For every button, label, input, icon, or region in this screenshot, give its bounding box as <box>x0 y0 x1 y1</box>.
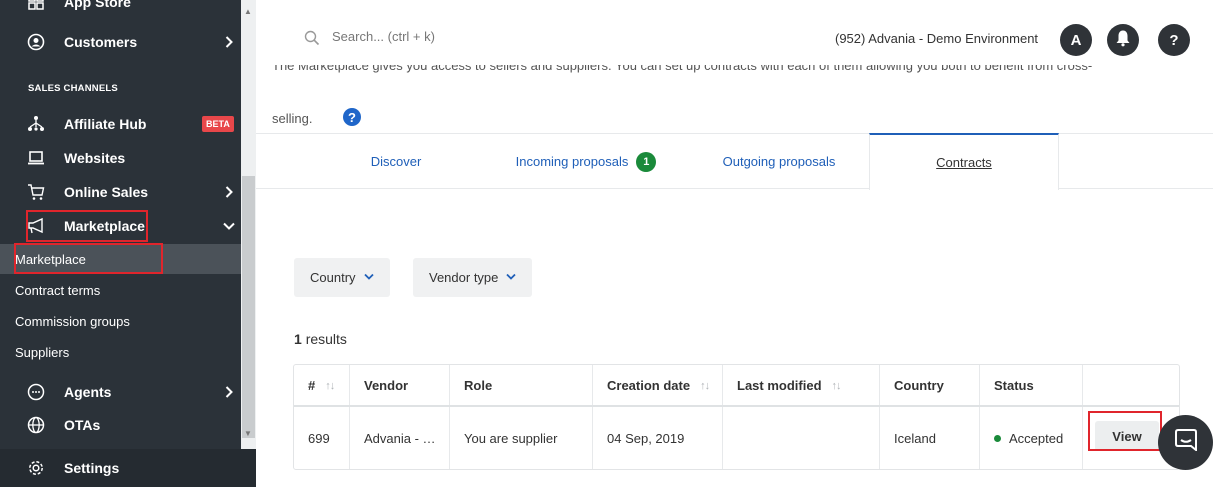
submenu-item-commission-groups[interactable]: Commission groups <box>0 306 241 336</box>
view-button[interactable]: View <box>1095 421 1159 451</box>
tab-discover[interactable]: Discover <box>306 134 486 189</box>
cell-last-modified <box>723 407 880 469</box>
sort-icon: ↑↓ <box>325 379 335 392</box>
sidebar-item-marketplace[interactable]: Marketplace <box>0 215 241 237</box>
gear-icon <box>26 458 46 478</box>
tab-incoming-proposals[interactable]: Incoming proposals 1 <box>486 134 686 189</box>
column-header-role: Role <box>450 365 593 406</box>
sidebar: App Store Customers SALES CHANNELS Affil… <box>0 0 256 487</box>
chevron-right-icon <box>223 36 235 48</box>
sidebar-item-customers[interactable]: Customers <box>0 31 241 53</box>
count-badge: 1 <box>636 151 657 172</box>
scroll-up-arrow-icon[interactable]: ▲ <box>243 8 253 16</box>
sidebar-item-app-store[interactable]: App Store <box>0 0 241 12</box>
laptop-icon <box>26 148 46 168</box>
sidebar-item-label: Online Sales <box>64 184 149 200</box>
chat-icon <box>1174 429 1198 456</box>
tab-contracts[interactable]: Contracts <box>869 133 1059 190</box>
chevron-right-icon <box>223 186 235 198</box>
submenu-item-marketplace[interactable]: Marketplace <box>0 244 241 274</box>
sidebar-scrollbar-thumb[interactable] <box>242 176 255 438</box>
cell-status: Accepted <box>980 407 1083 469</box>
affiliate-network-icon <box>26 114 46 134</box>
sidebar-item-label: Settings <box>64 460 120 476</box>
column-header-id[interactable]: # ↑↓ <box>294 365 350 406</box>
bell-icon <box>1115 29 1131 51</box>
sidebar-item-websites[interactable]: Websites <box>0 147 241 169</box>
column-header-last-modified[interactable]: Last modified ↑↓ <box>723 365 880 406</box>
chevron-down-icon <box>506 273 517 283</box>
results-count: 1 results <box>294 331 347 347</box>
status-dot-icon <box>994 434 1001 442</box>
help-button[interactable]: ? <box>1158 24 1190 56</box>
intro-text-line: selling. <box>272 111 313 126</box>
sidebar-item-label: Websites <box>64 150 126 166</box>
sidebar-item-label: Affiliate Hub <box>64 116 147 132</box>
column-header-status: Status <box>980 365 1083 406</box>
column-header-actions <box>1083 365 1179 406</box>
submenu-item-contract-terms[interactable]: Contract terms <box>0 275 241 305</box>
column-header-vendor: Vendor <box>350 365 450 406</box>
submenu-item-suppliers[interactable]: Suppliers <box>0 337 241 367</box>
country-filter-dropdown[interactable]: Country <box>294 258 390 297</box>
sidebar-item-online-sales[interactable]: Online Sales <box>0 181 241 203</box>
sidebar-item-settings[interactable]: Settings <box>0 457 241 479</box>
user-avatar[interactable]: A <box>1060 24 1092 56</box>
column-header-country: Country <box>880 365 980 406</box>
scroll-down-arrow-icon[interactable]: ▼ <box>243 430 253 438</box>
cell-id: 699 <box>294 407 350 469</box>
contracts-table: # ↑↓ Vendor Role Creation date ↑↓ Last mod… <box>293 364 1180 470</box>
chevron-right-icon <box>223 386 235 398</box>
chevron-down-icon <box>223 220 235 232</box>
notifications-button[interactable] <box>1107 24 1139 56</box>
sidebar-item-label: OTAs <box>64 417 101 433</box>
megaphone-icon <box>26 216 46 236</box>
beta-badge: BETA <box>202 116 234 132</box>
globe-icon <box>26 415 46 435</box>
sidebar-item-label: App Store <box>64 0 131 10</box>
chevron-down-icon <box>363 273 374 283</box>
cell-creation-date: 04 Sep, 2019 <box>593 407 723 469</box>
column-header-creation-date[interactable]: Creation date ↑↓ <box>593 365 723 406</box>
environment-label[interactable]: (952) Advania - Demo Environment <box>835 31 1038 46</box>
customer-icon <box>26 32 46 52</box>
sort-icon: ↑↓ <box>831 379 842 392</box>
tab-bar: Discover Incoming proposals 1 Outgoing p… <box>256 133 1213 190</box>
chat-launcher-button[interactable] <box>1158 415 1213 470</box>
search-icon <box>304 30 320 46</box>
top-bar: (952) Advania - Demo Environment A ? <box>256 0 1213 72</box>
sidebar-item-label: Marketplace <box>64 218 145 234</box>
sidebar-item-label: Agents <box>64 384 112 400</box>
app-store-icon <box>26 0 46 12</box>
cell-country: Iceland <box>880 407 980 469</box>
question-circle-icon[interactable]: ? <box>343 108 361 126</box>
sidebar-item-agents[interactable]: Agents <box>0 381 241 403</box>
sidebar-item-otas[interactable]: OTAs <box>0 414 241 436</box>
sidebar-item-label: Customers <box>64 34 138 50</box>
sort-icon: ↑↓ <box>700 379 710 392</box>
intro-text-line: The Marketplace gives you access to sell… <box>272 65 1093 73</box>
section-title-sales-channels: SALES CHANNELS <box>28 83 118 94</box>
shopping-cart-icon <box>26 182 46 202</box>
chat-bubble-icon <box>26 382 46 402</box>
search-input[interactable] <box>332 29 632 44</box>
tab-outgoing-proposals[interactable]: Outgoing proposals <box>689 134 869 189</box>
cell-vendor: Advania - … <box>350 407 450 469</box>
cell-role: You are supplier <box>450 407 593 469</box>
vendor-type-filter-dropdown[interactable]: Vendor type <box>413 258 533 297</box>
